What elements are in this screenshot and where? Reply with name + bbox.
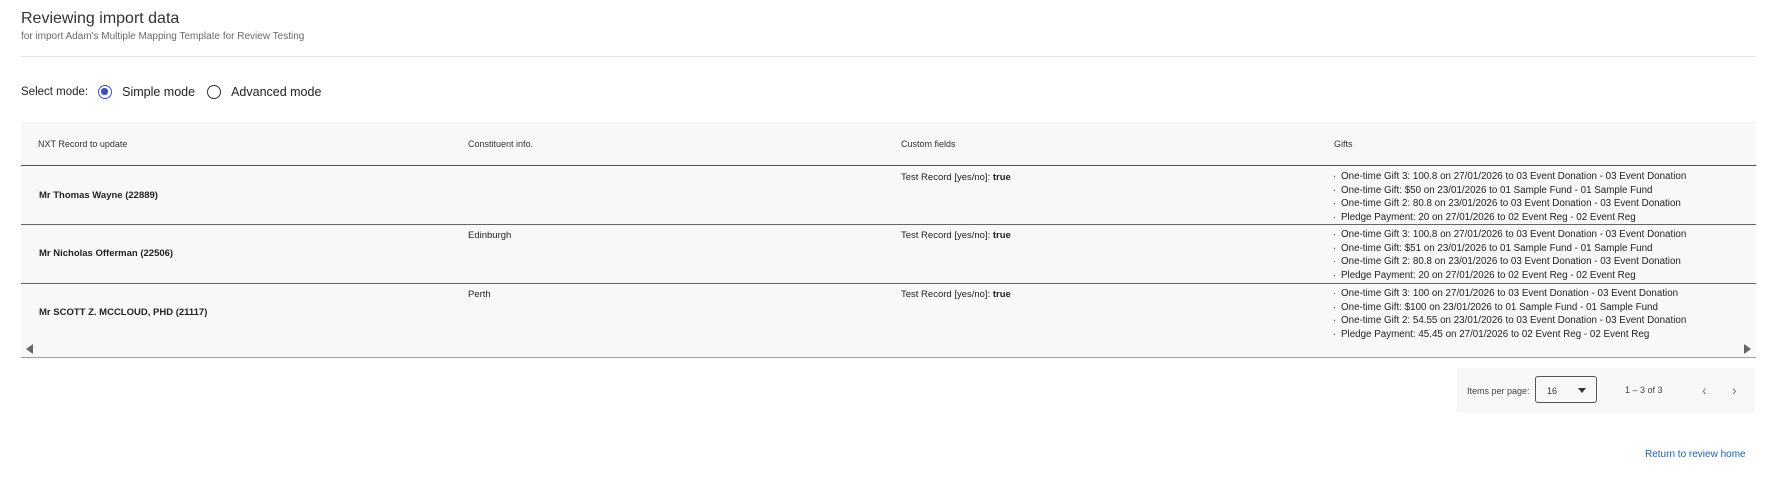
items-per-page-label: Items per page: <box>1467 386 1530 396</box>
gift-item: One-time Gift 2: 54.55 on 23/01/2026 to … <box>1333 314 1686 328</box>
table-row: Mr Nicholas Offerman (22506) Edinburgh T… <box>21 225 1756 284</box>
simple-mode-radio[interactable]: Simple mode <box>98 85 195 99</box>
custom-field-label: Test Record [yes/no]: <box>901 172 991 183</box>
items-per-page-select[interactable]: 16 <box>1535 376 1597 403</box>
table-row: Mr SCOTT Z. MCCLOUD, PHD (21117) Perth T… <box>21 284 1756 342</box>
column-header-custom-fields: Custom fields <box>901 139 956 149</box>
previous-page-icon[interactable]: ‹ <box>1702 383 1707 397</box>
custom-field-label: Test Record [yes/no]: <box>901 289 991 300</box>
radio-unchecked-icon[interactable] <box>207 85 222 99</box>
items-per-page-value[interactable]: 16 <box>1547 386 1557 396</box>
review-table: NXT Record to update Constituent info. C… <box>21 122 1756 358</box>
advanced-mode-label[interactable]: Advanced mode <box>231 85 321 99</box>
mode-selector: Select mode: Simple mode Advanced mode <box>21 82 333 102</box>
custom-field-value: true <box>992 289 1011 300</box>
table-row: Mr Thomas Wayne (22889) Test Record [yes… <box>21 166 1756 225</box>
page-subtitle: for import Adam's Multiple Mapping Templ… <box>21 31 305 42</box>
custom-field-value: true <box>992 172 1011 183</box>
gift-item: Pledge Payment: 20 on 27/01/2026 to 02 E… <box>1333 269 1686 283</box>
gift-list: One-time Gift 3: 100.8 on 27/01/2026 to … <box>1333 228 1686 282</box>
radio-checked-icon[interactable] <box>98 85 113 99</box>
custom-field-label: Test Record [yes/no]: <box>901 230 991 241</box>
scroll-right-arrow-icon[interactable] <box>1744 344 1751 354</box>
page-range: 1 – 3 of 3 <box>1625 385 1663 395</box>
custom-field: Test Record [yes/no]: true <box>901 172 1011 183</box>
return-to-review-home-link[interactable]: Return to review home <box>1645 449 1746 460</box>
custom-field: Test Record [yes/no]: true <box>901 289 1011 300</box>
column-header-record: NXT Record to update <box>38 139 128 149</box>
gift-item: One-time Gift 3: 100.8 on 27/01/2026 to … <box>1333 228 1686 242</box>
gift-list: One-time Gift 3: 100 on 27/01/2026 to 03… <box>1333 287 1686 341</box>
header-divider <box>21 56 1756 57</box>
gift-item: One-time Gift 3: 100.8 on 27/01/2026 to … <box>1333 170 1686 184</box>
page-title: Reviewing import data <box>21 10 180 27</box>
advanced-mode-radio[interactable]: Advanced mode <box>207 85 321 99</box>
simple-mode-label[interactable]: Simple mode <box>122 85 195 99</box>
constituent-info: Perth <box>468 289 491 300</box>
table-header: NXT Record to update Constituent info. C… <box>21 122 1756 166</box>
mode-label: Select mode: <box>21 86 89 98</box>
gift-item: One-time Gift: $51 on 23/01/2026 to 01 S… <box>1333 242 1686 256</box>
dropdown-caret-icon[interactable] <box>1578 388 1586 393</box>
scroll-left-arrow-icon[interactable] <box>26 344 33 354</box>
gift-item: One-time Gift 2: 80.8 on 23/01/2026 to 0… <box>1333 255 1686 269</box>
paginator: Items per page: 16 1 – 3 of 3 ‹ › <box>1457 368 1755 413</box>
custom-field: Test Record [yes/no]: true <box>901 230 1011 241</box>
gift-item: One-time Gift: $50 on 23/01/2026 to 01 S… <box>1333 184 1686 198</box>
next-page-icon[interactable]: › <box>1732 383 1737 397</box>
gift-item: One-time Gift: $100 on 23/01/2026 to 01 … <box>1333 301 1686 315</box>
column-header-gifts: Gifts <box>1334 139 1353 149</box>
constituent-info: Edinburgh <box>468 230 512 241</box>
record-name: Mr Thomas Wayne (22889) <box>39 190 158 201</box>
record-name: Mr SCOTT Z. MCCLOUD, PHD (21117) <box>39 307 208 318</box>
review-page: Reviewing import data for import Adam's … <box>0 0 1777 478</box>
gift-item: One-time Gift 3: 100 on 27/01/2026 to 03… <box>1333 287 1686 301</box>
custom-field-value: true <box>992 230 1011 241</box>
record-name: Mr Nicholas Offerman (22506) <box>39 248 174 259</box>
gift-item: Pledge Payment: 45.45 on 27/01/2026 to 0… <box>1333 328 1686 342</box>
gift-item: One-time Gift 2: 80.8 on 23/01/2026 to 0… <box>1333 197 1686 211</box>
gift-item: Pledge Payment: 20 on 27/01/2026 to 02 E… <box>1333 211 1686 225</box>
column-header-constituent: Constituent info. <box>468 139 534 149</box>
gift-list: One-time Gift 3: 100.8 on 27/01/2026 to … <box>1333 170 1686 224</box>
